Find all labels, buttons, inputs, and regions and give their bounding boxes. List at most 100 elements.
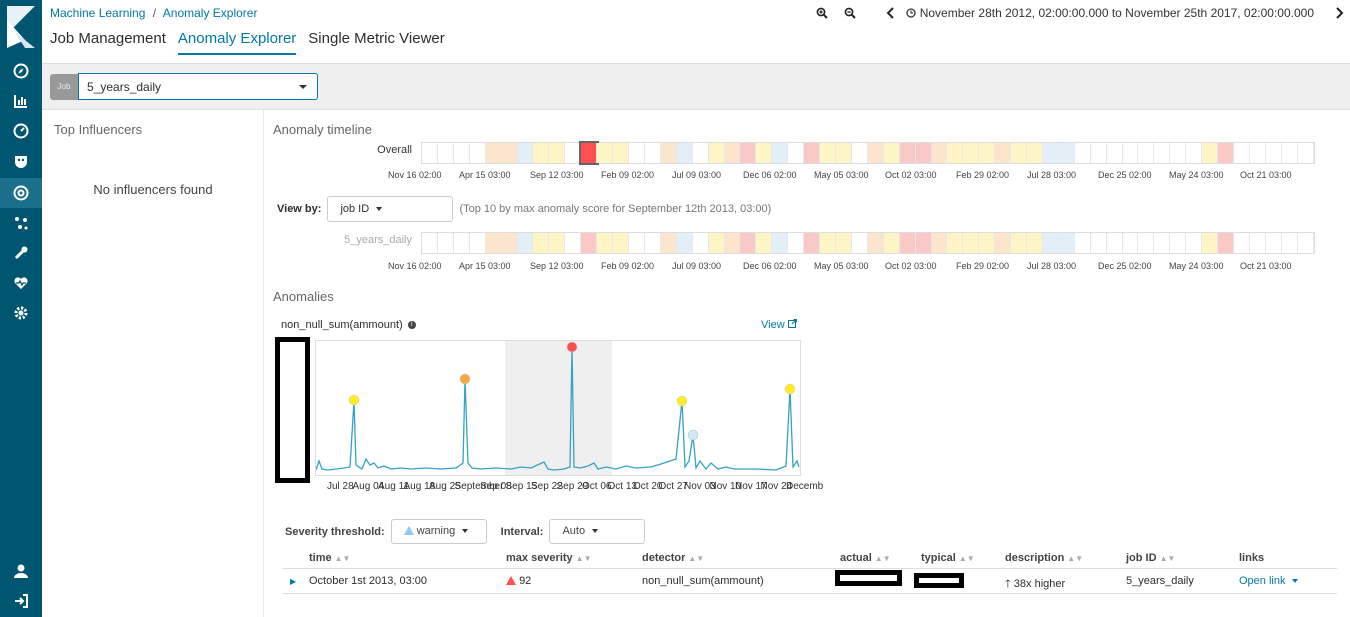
logout-icon[interactable]	[11, 593, 31, 613]
swimlane-cell[interactable]	[1281, 143, 1298, 163]
swimlane-cell[interactable]	[995, 233, 1012, 253]
swimlane-cell[interactable]	[676, 233, 693, 253]
dashboard-icon[interactable]	[11, 123, 31, 143]
swimlane-cell[interactable]	[517, 233, 534, 253]
kibana-logo[interactable]	[7, 6, 35, 48]
swimlane-cell[interactable]	[1281, 233, 1298, 253]
tab-anomaly-explorer[interactable]: Anomaly Explorer	[177, 30, 297, 55]
swimlane-cell[interactable]	[772, 233, 789, 253]
expand-row-icon[interactable]: ▶	[290, 577, 296, 586]
swimlane-cell[interactable]	[1202, 233, 1219, 253]
zoom-in-icon[interactable]	[816, 7, 828, 19]
swimlane-cell[interactable]	[501, 233, 518, 253]
chevron-left-icon[interactable]	[886, 7, 896, 19]
swimlane-cell[interactable]	[1074, 143, 1091, 163]
swimlane-cell[interactable]	[883, 143, 900, 163]
swimlane-cell[interactable]	[469, 143, 486, 163]
swimlane-cell[interactable]	[835, 143, 852, 163]
swimlane-cell[interactable]	[1202, 143, 1219, 163]
discover-icon[interactable]	[11, 63, 31, 83]
swimlane-cell[interactable]	[1090, 143, 1107, 163]
swimlane-cell[interactable]	[1249, 233, 1266, 253]
swimlane-cell[interactable]	[1265, 233, 1282, 253]
swimlane-cell[interactable]	[1042, 233, 1059, 253]
swimlane-cell[interactable]	[422, 233, 438, 253]
swimlane-cell[interactable]	[692, 143, 709, 163]
col-header-job-id[interactable]: job ID ▲▼	[1126, 552, 1175, 564]
swimlane-cell[interactable]	[1122, 233, 1139, 253]
time-range-display[interactable]: November 28th 2012, 02:00:00.000 to Nove…	[906, 6, 1314, 20]
graph-icon[interactable]	[11, 215, 31, 235]
swimlane-cell[interactable]	[485, 233, 502, 253]
swimlane-cell[interactable]	[565, 233, 582, 253]
open-link-menu[interactable]: Open link	[1239, 575, 1298, 587]
swimlane-cell[interactable]	[517, 143, 534, 163]
swimlane-cell[interactable]	[613, 233, 629, 253]
col-header-typical[interactable]: typical ▲▼	[921, 552, 975, 564]
swimlane-cell[interactable]	[660, 233, 677, 253]
swimlane-cell[interactable]	[724, 143, 741, 163]
swimlane-cell[interactable]	[1138, 233, 1155, 253]
anomaly-marker-major[interactable]	[459, 373, 471, 385]
swimlane-cell[interactable]	[644, 233, 661, 253]
machine-learning-icon[interactable]	[0, 178, 42, 208]
swimlane-cell[interactable]	[1106, 233, 1123, 253]
swimlane-cell[interactable]	[660, 143, 677, 163]
col-header-max-severity[interactable]: max severity ▲▼	[506, 552, 592, 564]
swimlane-cell[interactable]	[1074, 233, 1091, 253]
swimlane-cell[interactable]	[963, 143, 980, 163]
swimlane-cell[interactable]	[724, 233, 741, 253]
swimlane-cell[interactable]	[1027, 233, 1043, 253]
swimlane-cell[interactable]	[628, 233, 645, 253]
swimlane-cell[interactable]	[1218, 233, 1235, 253]
tab-single-metric-viewer[interactable]: Single Metric Viewer	[308, 30, 444, 55]
swimlane-cell[interactable]	[915, 143, 932, 163]
anomaly-marker-minor-2[interactable]	[676, 395, 688, 407]
swimlane-cell[interactable]	[1297, 143, 1314, 163]
swimlane-cell[interactable]	[581, 233, 598, 253]
swimlane-cell[interactable]	[835, 233, 852, 253]
monitoring-icon[interactable]	[11, 275, 31, 295]
swimlane-cell[interactable]	[501, 143, 518, 163]
swimlane-cell[interactable]	[533, 143, 550, 163]
job-swimlane[interactable]	[421, 232, 1315, 254]
swimlane-cell[interactable]	[772, 143, 789, 163]
swimlane-cell[interactable]	[1186, 233, 1203, 253]
swimlane-cell[interactable]	[867, 233, 884, 253]
anomaly-chart[interactable]	[315, 340, 801, 476]
swimlane-cell[interactable]	[931, 233, 948, 253]
swimlane-cell[interactable]	[820, 233, 836, 253]
swimlane-cell[interactable]	[963, 233, 980, 253]
swimlane-cell[interactable]	[740, 143, 757, 163]
swimlane-cell[interactable]	[1154, 143, 1171, 163]
swimlane-cell[interactable]	[899, 233, 916, 253]
swimlane-cell[interactable]	[1170, 143, 1187, 163]
info-icon[interactable]: i	[407, 321, 416, 330]
swimlane-cell[interactable]	[1122, 143, 1139, 163]
swimlane-cell[interactable]	[756, 233, 773, 253]
swimlane-cell[interactable]	[597, 143, 614, 163]
swimlane-cell[interactable]	[756, 143, 773, 163]
swimlane-cell[interactable]	[1011, 143, 1028, 163]
swimlane-cell[interactable]	[437, 143, 454, 163]
swimlane-cell[interactable]	[883, 233, 900, 253]
swimlane-cell[interactable]	[979, 233, 996, 253]
severity-select[interactable]: warning	[390, 519, 487, 544]
swimlane-cell[interactable]	[628, 143, 645, 163]
swimlane-cell[interactable]	[995, 143, 1012, 163]
swimlane-cell[interactable]	[1170, 233, 1187, 253]
swimlane-cell[interactable]	[851, 233, 868, 253]
job-select[interactable]: 5_years_daily	[78, 73, 318, 100]
swimlane-cell[interactable]	[692, 233, 709, 253]
anomaly-marker-minor[interactable]	[348, 394, 360, 406]
swimlane-cell[interactable]	[453, 233, 470, 253]
swimlane-cell[interactable]	[549, 233, 566, 253]
swimlane-cell[interactable]	[453, 143, 470, 163]
interval-select[interactable]: Auto	[549, 519, 646, 544]
swimlane-cell[interactable]	[485, 143, 502, 163]
settings-icon[interactable]	[11, 305, 31, 325]
swimlane-cell[interactable]	[708, 143, 725, 163]
swimlane-cell[interactable]	[644, 143, 661, 163]
swimlane-cell[interactable]	[899, 143, 916, 163]
swimlane-cell[interactable]	[676, 143, 693, 163]
